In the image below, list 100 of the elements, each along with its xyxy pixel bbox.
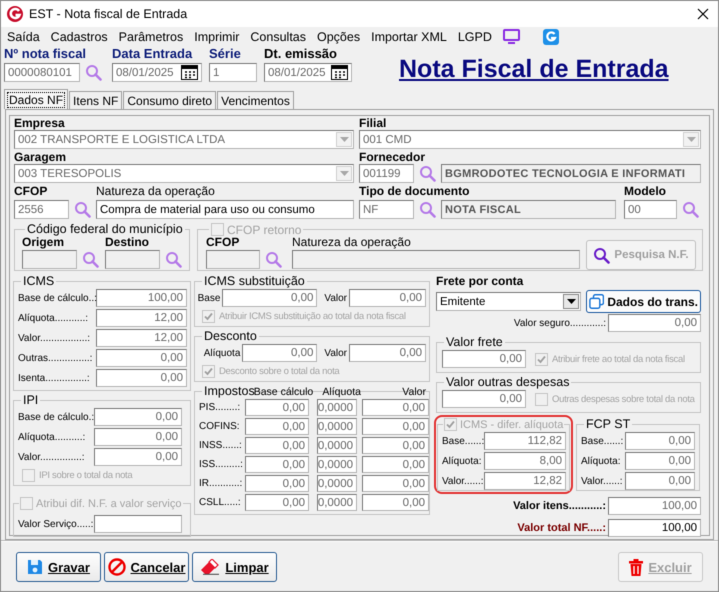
input-field[interactable]: 0,0000 [317,399,357,416]
input-field[interactable]: 0,00 [442,350,526,368]
input-field[interactable] [105,250,160,269]
field-label: Filial [359,117,388,130]
input-field[interactable]: 12,00 [96,329,187,347]
menu-item[interactable]: Importar XML [371,30,447,44]
group-title: Código federal do município [27,223,183,236]
input-field[interactable]: 0,00 [349,289,426,307]
date-field[interactable]: 08/01/2025 [264,63,352,82]
input-field[interactable]: 0,00 [245,437,309,454]
field-label: IR...........: [199,478,244,489]
input-field[interactable]: 0000080101 [4,63,80,82]
calendar-icon[interactable] [331,65,348,80]
input-field[interactable]: 0,00 [625,452,695,470]
checkbox-label: Desconto sobre o total da nota [219,366,340,376]
input-field[interactable]: 12,00 [96,309,187,327]
input-field[interactable]: 0,00 [625,472,695,490]
input-field[interactable]: 0,00 [245,475,309,492]
input-field[interactable]: 100,00 [608,497,701,515]
calendar-icon[interactable] [181,65,198,80]
menu-item[interactable]: Consultas [250,30,306,44]
input-field[interactable]: 0,00 [245,456,309,473]
trash-icon [629,558,644,576]
menu-item[interactable]: Imprimir [194,30,240,44]
input-field[interactable]: 0,00 [362,399,429,416]
input-field[interactable]: 0,0000 [317,475,357,492]
input-field[interactable]: 0,00 [608,314,701,332]
input-field[interactable]: 0,00 [245,418,309,435]
tab[interactable]: Vencimentos [217,91,294,109]
input-field[interactable]: 0,00 [362,418,429,435]
input-field[interactable] [22,250,77,269]
clear-button[interactable]: Limpar [192,552,277,582]
input-field[interactable]: 0,00 [442,390,526,408]
menu-item[interactable]: Cadastros [50,30,108,44]
prohibited-icon [108,558,126,576]
field-label: Empresa [14,117,66,130]
input-field[interactable]: 0,00 [96,369,187,387]
tab[interactable]: Dados NF [4,89,68,109]
menu-item[interactable]: Opções [317,30,360,44]
input-field[interactable]: 0,00 [362,437,429,454]
field-label: Valor Serviço.....: [18,518,94,530]
checkbox-label: ICMS - difer. alíquota [460,418,564,430]
menu-item[interactable]: LGPD [458,30,492,44]
input-field[interactable]: 0,00 [94,408,182,426]
column-header: Base cálculo [254,386,314,398]
monitor-icon[interactable] [502,29,520,44]
input-field[interactable]: 0,00 [349,344,426,362]
field-label: Alíquota...........: [18,312,90,324]
input-field[interactable]: 0,0000 [317,437,357,454]
input-field[interactable]: 0,00 [242,344,318,362]
input-field[interactable]: 1 [209,63,257,82]
save-button[interactable]: Gravar [16,552,101,582]
date-field[interactable]: 08/01/2025 [112,63,202,82]
input-field[interactable]: 0,0000 [317,418,357,435]
input-field[interactable] [206,250,260,269]
input-field[interactable]: 00 [624,200,677,219]
field-label: Valor [324,292,347,304]
field-label: Origem [22,236,64,249]
input-field[interactable]: 0,00 [362,456,429,473]
menu-item[interactable]: Parâmetros [118,30,184,44]
tab[interactable]: Itens NF [69,91,122,109]
field-label: Frete por conta [436,275,524,288]
input-field[interactable]: 0,00 [362,475,429,492]
column-header: Valor [401,386,426,398]
menu-item[interactable]: Saída [7,30,40,44]
input-field[interactable]: 0,00 [94,448,182,466]
input-field[interactable] [94,515,182,533]
field-label: Destino [105,236,150,249]
input-field[interactable]: NF [359,200,414,219]
input-field[interactable]: 0,0000 [317,494,357,511]
input-field[interactable]: 0,00 [94,428,182,446]
input-field[interactable]: 0,0000 [317,456,357,473]
input-field[interactable]: 0,00 [625,432,695,450]
input-field[interactable]: 100,00 [96,289,187,307]
checkbox-label: Outras despesas sobre total da nota [552,394,695,404]
field-label: Valor [324,348,347,358]
caret-icon [340,137,348,142]
input-field[interactable]: 2556 [14,200,69,219]
input-field[interactable]: 0,00 [245,399,309,416]
field-label: Base......: [581,436,624,446]
input-field[interactable]: 0,00 [96,349,187,367]
close-icon[interactable] [697,8,709,20]
transport-data-button[interactable]: Dados do trans. [586,290,701,313]
checkbox-label: Atribui dif. N.F. a valor serviço [36,498,182,510]
input-field[interactable]: NOTA FISCAL [441,200,616,219]
tab[interactable]: Consumo direto [123,91,216,109]
input-field[interactable]: 0,00 [245,494,309,511]
input-field[interactable]: BGMRODOTEC TECNOLOGIA E INFORMATI [441,164,701,183]
input-field[interactable]: 001199 [359,164,414,183]
input-field[interactable] [292,250,580,269]
cancel-button[interactable]: Cancelar [104,552,189,582]
caret-icon [686,137,696,142]
input-field[interactable]: 0,00 [222,289,318,307]
field-label: Isenta...............: [18,372,91,384]
input-field[interactable]: Compra de material para uso ou consumo [96,200,354,219]
dropdown[interactable]: Emitente [436,292,581,311]
input-field[interactable]: 0,00 [362,494,429,511]
app-badge-icon[interactable] [542,28,559,44]
group-title: IPI [23,394,38,407]
input-field[interactable]: 100,00 [608,519,701,537]
